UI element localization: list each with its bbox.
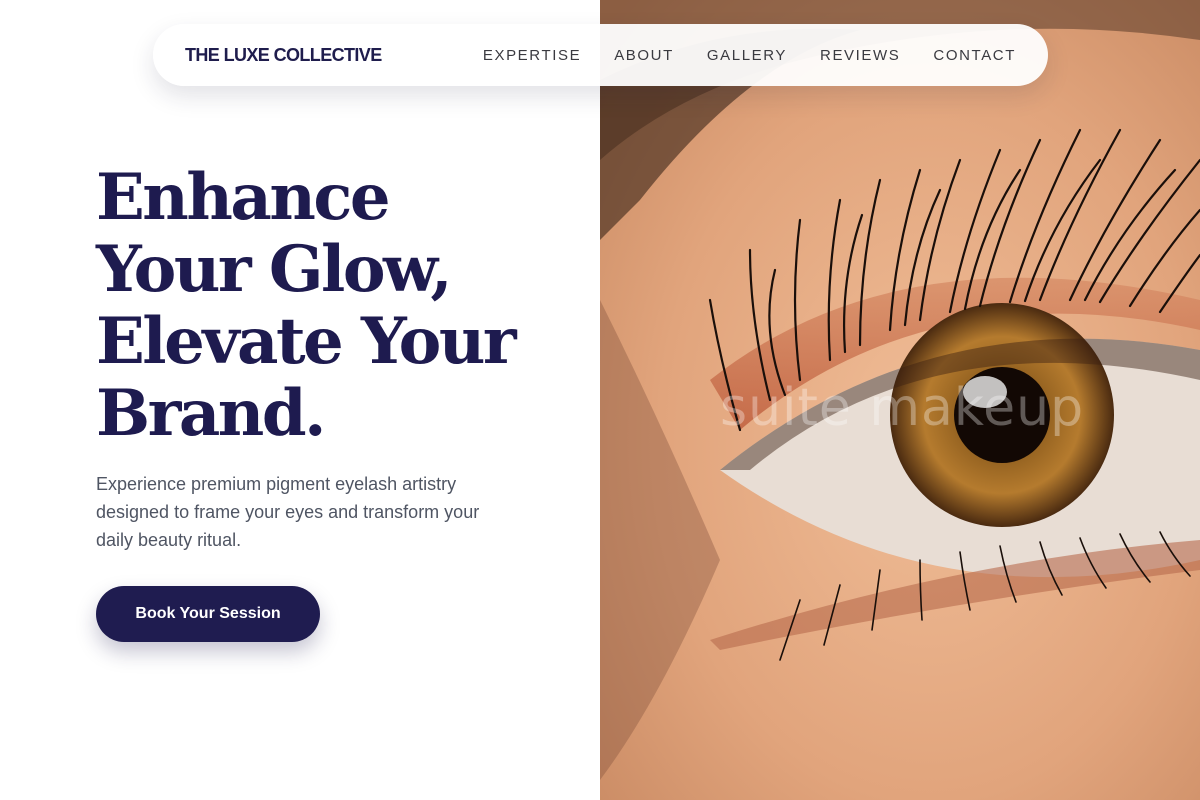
nav-link-about[interactable]: ABOUT (614, 47, 674, 64)
book-session-button[interactable]: Book Your Session (96, 586, 320, 642)
headline-line-4: Brand. (96, 376, 326, 451)
hero-subtext: Experience premium pigment eyelash artis… (96, 474, 480, 550)
nav-link-gallery[interactable]: GALLERY (707, 47, 787, 64)
nav-link-reviews[interactable]: REVIEWS (820, 47, 900, 64)
nav-link-contact[interactable]: CONTACT (933, 47, 1016, 64)
headline-line-2: Your Glow, (96, 232, 453, 307)
image-watermark: suite makeup (720, 378, 1085, 438)
hero-image: suite makeup (600, 0, 1200, 800)
navbar: THE LUXE COLLECTIVE EXPERTISE ABOUT GALL… (153, 24, 1048, 86)
brand-logo[interactable]: THE LUXE COLLECTIVE (185, 45, 382, 66)
headline-line-3: Elevate Your (96, 304, 517, 379)
headline-line-1: Enhance (96, 160, 391, 235)
nav-link-expertise[interactable]: EXPERTISE (483, 47, 581, 64)
hero-headline: Enhance Your Glow, Elevate Your Brand. (96, 162, 576, 450)
nav-links: EXPERTISE ABOUT GALLERY REVIEWS CONTACT (450, 47, 1016, 64)
